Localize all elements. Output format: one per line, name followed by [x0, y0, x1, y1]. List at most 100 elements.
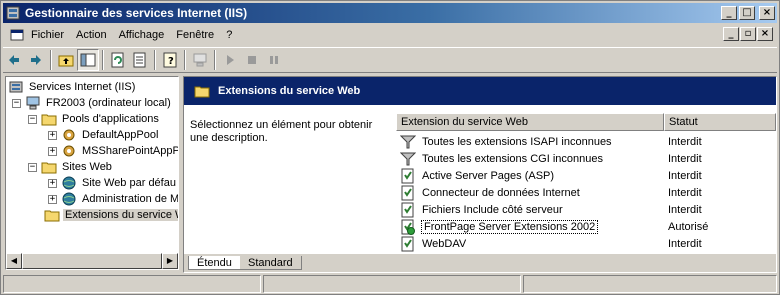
computer-icon — [26, 96, 40, 110]
refresh-button[interactable] — [107, 49, 129, 71]
extension-name: Active Server Pages (ASP) — [422, 169, 555, 182]
computer-button[interactable] — [189, 49, 211, 71]
collapse-toggle[interactable]: − — [12, 98, 21, 108]
extension-status: Interdit — [668, 152, 702, 165]
stop-button[interactable] — [241, 49, 263, 71]
mdi-minimize-button[interactable]: _ — [723, 27, 739, 41]
tree-horizontal-scrollbar[interactable]: ◀ ▶ — [6, 253, 178, 269]
tree-item-app-pools[interactable]: − Pools d'applications — [28, 111, 161, 127]
column-header-status[interactable]: Statut — [664, 113, 776, 131]
title-bar[interactable]: Gestionnaire des services Internet (IIS)… — [3, 3, 777, 23]
show-hide-tree-button[interactable] — [77, 49, 99, 71]
list-header: Extension du service Web Statut — [396, 113, 776, 131]
toolbar-separator — [214, 50, 216, 70]
tree-item-label: Services Internet (IIS) — [29, 81, 136, 93]
expand-toggle[interactable]: + — [48, 178, 57, 188]
extension-status: Interdit — [668, 169, 702, 182]
expand-toggle[interactable]: + — [48, 146, 57, 156]
help-button[interactable]: ? — [159, 49, 181, 71]
expand-toggle[interactable]: + — [48, 130, 57, 140]
show-tree-icon — [80, 53, 96, 67]
description-text: Sélectionnez un élément pour obtenir une… — [190, 119, 373, 144]
list-item[interactable]: WebDAV Interdit — [396, 235, 776, 252]
tree-item-label: MSSharePointAppPo — [82, 145, 179, 157]
menu-action[interactable]: Action — [70, 26, 113, 44]
list-item[interactable]: FrontPage Server Extensions 2002 Autoris… — [396, 218, 776, 235]
back-button[interactable] — [3, 49, 25, 71]
extension-status: Interdit — [668, 237, 702, 250]
close-button[interactable]: × — [759, 6, 775, 20]
menu-action-label: Action — [76, 29, 107, 41]
refresh-icon — [111, 52, 124, 68]
status-pane — [523, 275, 777, 293]
extension-status: Interdit — [668, 203, 702, 216]
column-header-extension[interactable]: Extension du service Web — [396, 113, 664, 131]
up-one-level-button[interactable] — [55, 49, 77, 71]
help-icon: ? — [163, 52, 177, 68]
view-tabs: Étendu Standard — [184, 254, 776, 272]
tree-item-mssharepointapppool[interactable]: + MSSharePointAppPo — [48, 143, 179, 159]
menu-file[interactable]: Fichier — [3, 26, 70, 44]
scroll-right-icon[interactable]: ▶ — [162, 253, 178, 269]
filter-icon — [400, 135, 416, 148]
main-window: Gestionnaire des services Internet (IIS)… — [0, 0, 780, 295]
menu-view-label: Affichage — [118, 29, 165, 41]
pause-button[interactable] — [263, 49, 285, 71]
details-header: Extensions du service Web — [184, 77, 776, 105]
tab-standard[interactable]: Standard — [240, 256, 302, 270]
stop-icon — [248, 56, 256, 64]
expand-toggle[interactable]: + — [48, 194, 57, 204]
mdi-restore-button[interactable]: ▫ — [740, 27, 756, 41]
menu-help[interactable]: ? — [220, 26, 238, 44]
scroll-left-icon[interactable]: ◀ — [6, 253, 22, 269]
extension-status: Autorisé — [668, 220, 709, 233]
tree-item-defaultapppool[interactable]: + DefaultAppPool — [48, 127, 160, 143]
collapse-toggle[interactable]: − — [28, 114, 37, 124]
maximize-button[interactable]: □ — [739, 6, 755, 20]
computer-icon — [193, 53, 207, 67]
list-item[interactable]: Active Server Pages (ASP) Interdit — [396, 167, 776, 184]
mdi-close-button[interactable]: × — [757, 27, 773, 41]
play-icon — [227, 55, 234, 65]
tree-item-admin-site[interactable]: + Administration de M — [48, 191, 178, 207]
menu-window-label: Fenêtre — [176, 29, 215, 41]
list-item[interactable]: Toutes les extensions CGI inconnues Inte… — [396, 150, 776, 167]
collapse-toggle[interactable]: − — [28, 162, 37, 172]
back-icon — [9, 55, 19, 65]
extension-status: Interdit — [668, 186, 702, 199]
list-item[interactable]: Toutes les extensions ISAPI inconnues In… — [396, 133, 776, 150]
tree-item-iis-root[interactable]: Services Internet (IIS) — [8, 79, 137, 95]
extension-allowed-icon — [401, 219, 415, 235]
extension-icon — [401, 236, 414, 251]
export-list-button[interactable] — [129, 49, 151, 71]
tree-item-label: Extensions du service W — [63, 209, 178, 221]
tree-item-web-service-extensions[interactable]: Extensions du service W — [44, 207, 178, 223]
menu-window[interactable]: Fenêtre — [170, 26, 220, 44]
tree-pane[interactable]: Services Internet (IIS) − FR2003 (ordina… — [5, 76, 179, 270]
forward-button[interactable] — [25, 49, 47, 71]
folder-icon — [194, 86, 210, 98]
toolbar-separator — [184, 50, 186, 70]
toolbar-separator — [102, 50, 104, 70]
start-button[interactable] — [219, 49, 241, 71]
pause-icon — [270, 56, 278, 64]
menu-file-label: Fichier — [31, 29, 65, 41]
extension-name: Fichiers Include côté serveur — [422, 203, 563, 216]
toolbar-separator — [154, 50, 156, 70]
tree-item-websites[interactable]: − Sites Web — [28, 159, 114, 175]
filter-icon — [400, 152, 416, 165]
extension-name: WebDAV — [422, 237, 467, 250]
tree-item-default-website[interactable]: + Site Web par défau — [48, 175, 178, 191]
tree-item-server[interactable]: − FR2003 (ordinateur local) — [12, 95, 173, 111]
minimize-button[interactable]: _ — [721, 6, 737, 20]
globe-icon — [62, 192, 76, 206]
menu-view[interactable]: Affichage — [113, 26, 171, 44]
gear-icon — [63, 145, 75, 157]
status-pane — [263, 275, 521, 293]
extension-name: FrontPage Server Extensions 2002 — [420, 219, 599, 234]
list-item[interactable]: Fichiers Include côté serveur Interdit — [396, 201, 776, 218]
details-pane: Extensions du service Web Sélectionnez u… — [183, 76, 777, 273]
list-item[interactable]: Connecteur de données Internet Interdit — [396, 184, 776, 201]
scroll-thumb[interactable] — [22, 253, 162, 269]
tab-extended[interactable]: Étendu — [188, 256, 240, 270]
